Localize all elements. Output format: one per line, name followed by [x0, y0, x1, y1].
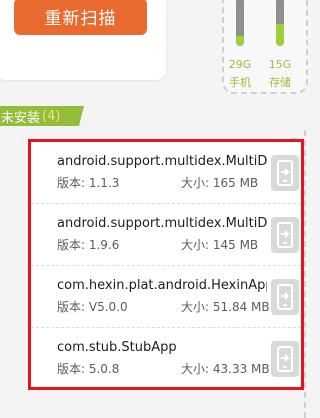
install-button[interactable] — [271, 341, 299, 377]
app-name: android.support.multidex.MultiDe — [57, 154, 267, 169]
app-size: 大小: 43.33 MB — [181, 362, 270, 376]
list-item[interactable]: android.support.multidex.MultiDe 版本: 1.9… — [31, 204, 301, 266]
card-storage-size: 15G — [268, 58, 292, 71]
app-version: 版本: 5.0.8 — [57, 362, 120, 376]
card-storage-fill — [276, 24, 284, 46]
app-version: 版本: 1.9.6 — [57, 238, 120, 252]
install-phone-icon — [277, 284, 293, 310]
app-size: 大小: 145 MB — [181, 238, 259, 252]
phone-storage-gauge — [236, 0, 244, 46]
install-phone-icon — [277, 222, 293, 248]
list-item[interactable]: com.stub.StubApp 版本: 5.0.8 大小: 43.33 MB — [31, 328, 301, 390]
app-name: com.stub.StubApp — [57, 340, 177, 355]
divider — [304, 130, 306, 418]
install-button[interactable] — [271, 279, 299, 315]
card-storage-gauge — [276, 0, 284, 46]
app-name: com.hexin.plat.android.HexinAppli — [57, 278, 267, 293]
section-count: (4) — [42, 108, 61, 124]
app-version: 版本: 1.1.3 — [57, 176, 120, 190]
list-item[interactable]: com.hexin.plat.android.HexinAppli 版本: V5… — [31, 266, 301, 328]
install-button[interactable] — [271, 155, 299, 191]
phone-storage-fill — [236, 36, 244, 46]
install-phone-icon — [277, 346, 293, 372]
rescan-button[interactable]: 重新扫描 — [14, 0, 147, 35]
install-button[interactable] — [271, 217, 299, 253]
app-version: 版本: V5.0.0 — [57, 300, 128, 314]
app-size: 大小: 165 MB — [181, 176, 259, 190]
scan-panel: 重新扫描 — [0, 0, 166, 80]
app-name: android.support.multidex.MultiDe — [57, 216, 267, 231]
card-storage-label: 存储 — [269, 76, 291, 89]
app-size: 大小: 51.84 MB — [181, 300, 270, 314]
section-title: 未安装 — [1, 110, 41, 126]
phone-storage-size: 29G — [228, 58, 252, 71]
uninstalled-app-list: android.support.multidex.MultiDe 版本: 1.1… — [28, 139, 304, 390]
storage-panel: 29G 15G 手机 存储 — [222, 0, 308, 94]
list-item[interactable]: android.support.multidex.MultiDe 版本: 1.1… — [31, 142, 301, 204]
install-phone-icon — [277, 160, 293, 186]
phone-storage-label: 手机 — [229, 76, 251, 89]
section-tag-not-installed: 未安装 (4) — [0, 106, 84, 126]
